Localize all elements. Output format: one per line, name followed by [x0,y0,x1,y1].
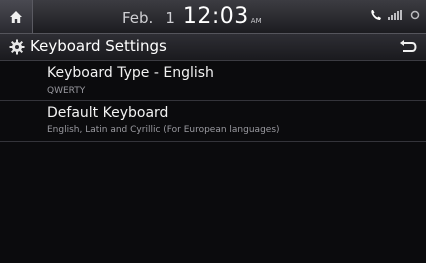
keyboard-type-value: QWERTY [47,86,86,96]
date-month: Feb. [122,9,154,27]
back-icon[interactable] [399,39,417,55]
phone-icon [371,10,381,20]
page-title: Keyboard Settings [30,37,167,55]
default-keyboard-label: Default Keyboard [47,105,169,121]
date-time: Feb. 1 12:03 AM [122,4,262,30]
home-icon [10,10,22,23]
gear-icon [9,39,25,55]
default-keyboard-value: English, Latin and Cyrillic (For Europea… [47,125,280,135]
date-day: 1 [165,9,175,27]
title-bar: Keyboard Settings [0,34,426,61]
status-bar: Feb. 1 12:03 AM [0,0,426,34]
list-item-keyboard-type[interactable]: Keyboard Type - English QWERTY [0,61,426,101]
status-icons [370,9,420,21]
clock-ampm: AM [250,17,262,25]
list-item-default-keyboard[interactable]: Default Keyboard English, Latin and Cyri… [0,101,426,142]
network-icon [410,10,420,20]
home-button[interactable] [0,0,33,33]
clock-time: 12:03 [182,4,249,29]
keyboard-type-label: Keyboard Type - English [47,65,214,81]
signal-icon [388,10,402,20]
